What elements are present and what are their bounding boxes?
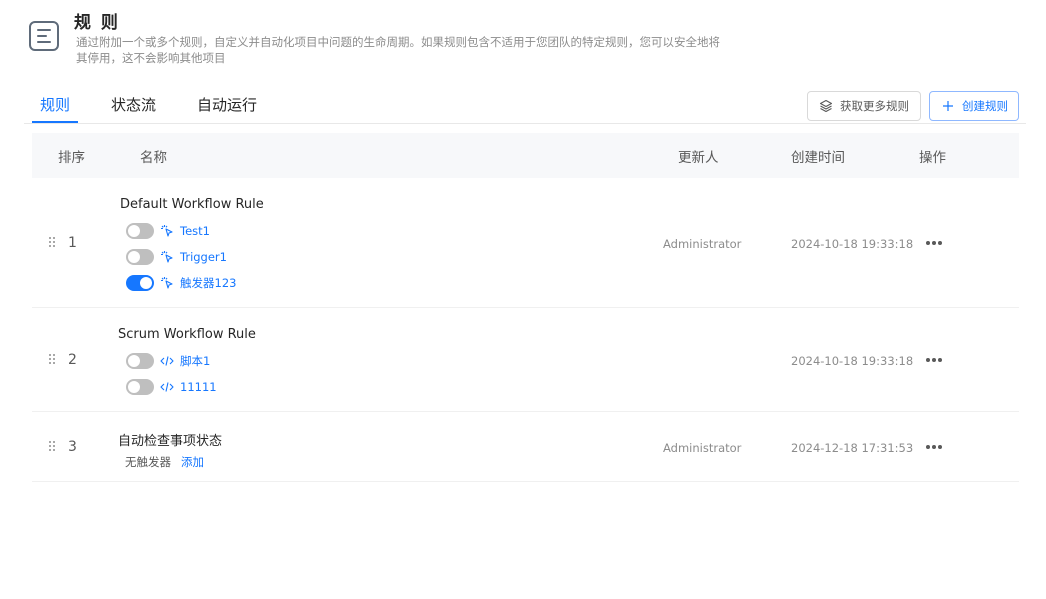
trigger-label[interactable]: 触发器123 — [180, 275, 236, 291]
column-created: 创建时间 — [791, 150, 845, 166]
trigger-item: Trigger1 — [126, 249, 227, 265]
trigger-item: 触发器123 — [126, 275, 236, 291]
trigger-label[interactable]: 脚本1 — [180, 353, 210, 369]
trigger-label[interactable]: Test1 — [180, 224, 210, 238]
get-more-rules-button[interactable]: 获取更多规则 — [807, 91, 921, 121]
code-icon — [160, 354, 174, 368]
trigger-label[interactable]: Trigger1 — [180, 250, 227, 264]
create-rule-button[interactable]: 创建规则 — [929, 91, 1019, 121]
trigger-label[interactable]: 11111 — [180, 380, 217, 394]
created-time: 2024-10-18 19:33:18 — [791, 354, 914, 368]
trigger-toggle[interactable] — [126, 223, 154, 239]
page-title: 规 则 — [74, 13, 120, 33]
column-actions: 操作 — [919, 150, 946, 166]
rule-name[interactable]: Default Workflow Rule — [120, 197, 264, 212]
column-order: 排序 — [58, 150, 85, 166]
trigger-toggle[interactable] — [126, 275, 154, 291]
drag-handle-icon[interactable] — [49, 354, 57, 366]
layers-icon — [818, 98, 834, 114]
more-actions-icon[interactable] — [926, 444, 944, 450]
click-spark-icon — [160, 224, 174, 238]
more-actions-icon[interactable] — [926, 240, 944, 246]
tab-auto-run[interactable]: 自动运行 — [189, 94, 265, 123]
get-more-rules-label: 获取更多规则 — [840, 99, 909, 113]
row-order: 3 — [68, 439, 77, 455]
create-rule-label: 创建规则 — [962, 99, 1008, 113]
created-time: 2024-10-18 19:33:18 — [791, 237, 914, 251]
tab-rules[interactable]: 规则 — [32, 94, 79, 123]
trigger-item: 11111 — [126, 379, 217, 395]
row-order: 2 — [68, 352, 77, 368]
created-time: 2024-12-18 17:31:53 — [791, 441, 914, 455]
trigger-toggle[interactable] — [126, 379, 154, 395]
row-divider — [32, 411, 1019, 412]
drag-handle-icon[interactable] — [49, 237, 57, 249]
plus-icon — [940, 98, 956, 114]
rule-name[interactable]: 自动检查事项状态 — [118, 430, 222, 449]
list-document-icon — [29, 21, 59, 51]
code-icon — [160, 380, 174, 394]
row-divider — [32, 307, 1019, 308]
updater: Administrator — [663, 441, 742, 455]
no-trigger-label: 无触发器 — [125, 455, 171, 469]
column-name: 名称 — [140, 150, 167, 166]
click-spark-icon — [160, 276, 174, 290]
rule-name[interactable]: Scrum Workflow Rule — [118, 327, 256, 342]
updater: Administrator — [663, 237, 742, 251]
column-updater: 更新人 — [678, 150, 719, 166]
tabs-divider — [24, 123, 1026, 124]
add-trigger-link[interactable]: 添加 — [181, 454, 204, 470]
trigger-toggle[interactable] — [126, 353, 154, 369]
row-divider — [32, 481, 1019, 482]
click-spark-icon — [160, 250, 174, 264]
trigger-item: Test1 — [126, 223, 210, 239]
drag-handle-icon[interactable] — [49, 441, 57, 453]
page-description: 通过附加一个或多个规则，自定义并自动化项目中问题的生命周期。如果规则包含不适用于… — [76, 35, 720, 65]
trigger-item: 脚本1 — [126, 353, 210, 369]
tab-bar: 规则 状态流 自动运行 — [32, 94, 290, 124]
trigger-toggle[interactable] — [126, 249, 154, 265]
table-header: 排序 名称 更新人 创建时间 操作 — [32, 133, 1019, 178]
more-actions-icon[interactable] — [926, 357, 944, 363]
row-order: 1 — [68, 235, 77, 251]
tab-status-flow[interactable]: 状态流 — [103, 94, 164, 123]
